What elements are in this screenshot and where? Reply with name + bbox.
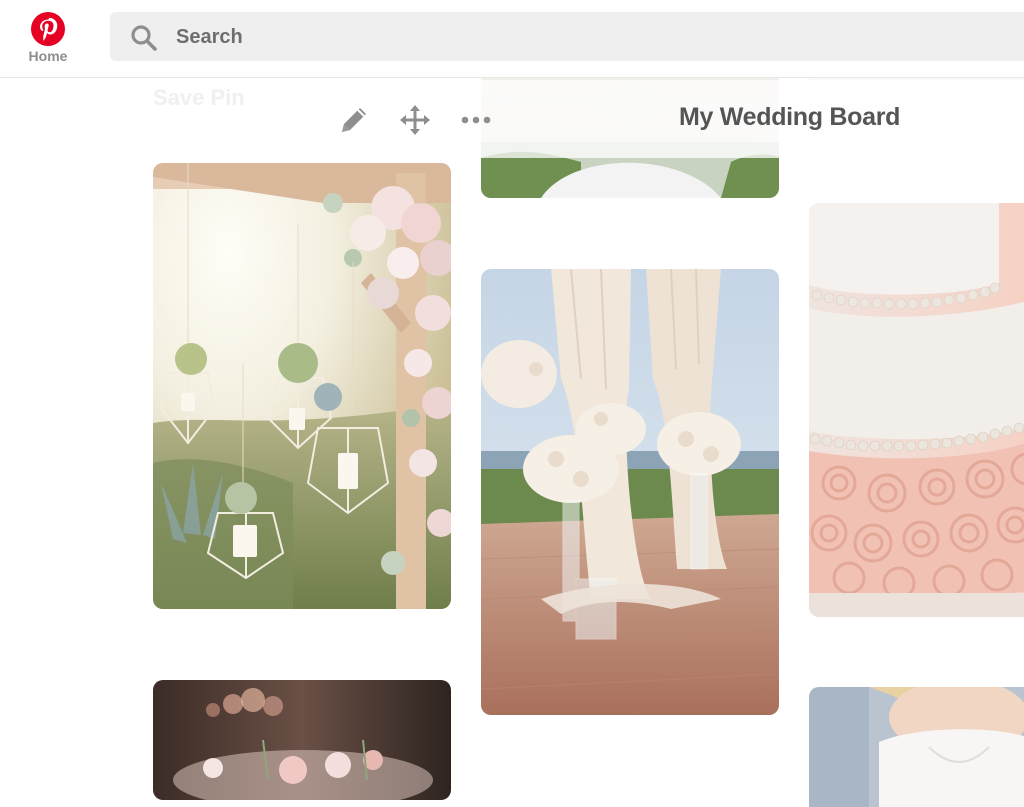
pencil-icon xyxy=(342,108,366,132)
pin-bride-dress[interactable] xyxy=(809,687,1024,807)
edit-board-button[interactable] xyxy=(336,102,372,138)
save-pin-label: Save Pin xyxy=(153,85,245,110)
top-navigation-bar: Home xyxy=(0,0,1024,78)
board-action-bar: My Wedding Board xyxy=(330,80,1024,158)
pin-image xyxy=(809,687,1024,807)
search-input[interactable] xyxy=(174,20,878,54)
pinterest-logo-icon xyxy=(31,12,65,46)
more-dots-icon xyxy=(461,116,491,124)
pin-image xyxy=(481,269,779,715)
pin-pink-rosette-wedding-cake[interactable] xyxy=(809,203,1024,617)
pin-image xyxy=(153,680,451,800)
pin-hanging-geometric-terrariums[interactable] xyxy=(153,163,451,609)
move-pins-button[interactable] xyxy=(397,102,433,138)
pin-pink-bouquet-table[interactable] xyxy=(153,680,451,800)
home-label: Home xyxy=(28,48,68,64)
search-icon xyxy=(131,25,157,51)
home-button[interactable]: Home xyxy=(20,8,76,68)
board-title: My Wedding Board xyxy=(679,103,901,131)
pin-outdoor-ceremony-aisle-florals[interactable] xyxy=(481,269,779,715)
more-options-button[interactable] xyxy=(458,102,494,138)
move-arrows-icon xyxy=(400,105,430,135)
pin-image xyxy=(153,163,451,609)
search-bar[interactable] xyxy=(110,12,1024,61)
pin-image xyxy=(809,203,1024,617)
